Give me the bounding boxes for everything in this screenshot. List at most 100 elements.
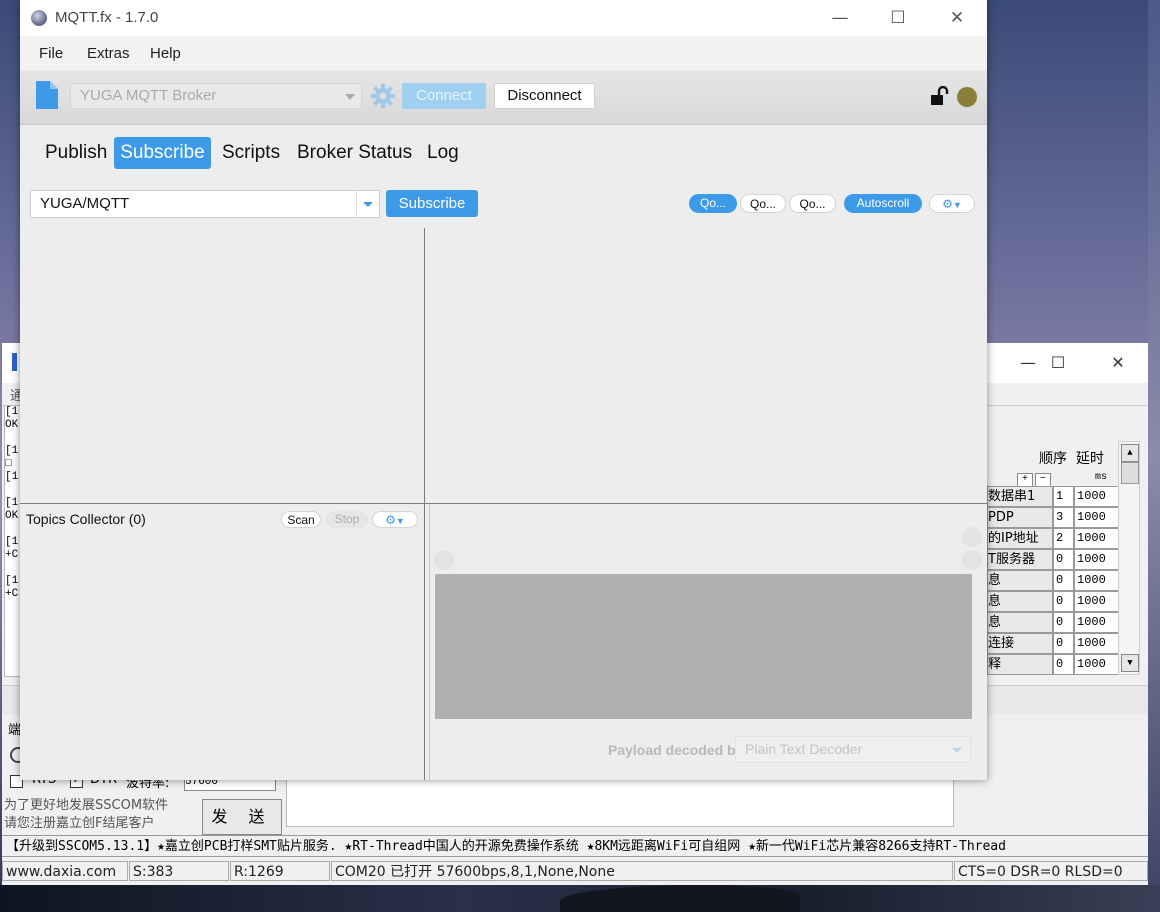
tab-publish[interactable]: Publish bbox=[45, 137, 107, 169]
qos0-button[interactable]: Qo... bbox=[689, 194, 737, 213]
delay-field[interactable]: 1000 bbox=[1074, 612, 1120, 633]
string-name-button[interactable]: T服务器 bbox=[987, 549, 1053, 570]
payload-decoder-select[interactable]: Plain Text Decoder bbox=[735, 736, 971, 763]
promo-ticker[interactable]: 【升级到SSCOM5.13.1】★嘉立创PCB打样SMT贴片服务. ★RT-Th… bbox=[2, 835, 1148, 857]
order-field[interactable]: 0 bbox=[1053, 570, 1074, 591]
string-name-button[interactable]: 息 bbox=[987, 612, 1053, 633]
desktop-wallpaper-bottom bbox=[0, 885, 1160, 912]
order-field[interactable]: 0 bbox=[1053, 633, 1074, 654]
main-tabs: Publish Subscribe Scripts Broker Status … bbox=[20, 125, 987, 181]
table-row: 息 0 1000 bbox=[987, 591, 1120, 612]
close-button[interactable]: ✕ bbox=[937, 6, 977, 30]
delay-field[interactable]: 1000 bbox=[1074, 654, 1120, 675]
minimize-button[interactable]: — bbox=[820, 6, 860, 30]
detail-splitter[interactable] bbox=[429, 504, 430, 780]
topic-combobox[interactable]: YUGA/MQTT bbox=[30, 190, 380, 218]
add-row-button[interactable]: + bbox=[1017, 473, 1033, 487]
sscom-minimize-button[interactable]: — bbox=[1013, 351, 1043, 375]
order-field[interactable]: 0 bbox=[1053, 591, 1074, 612]
chevron-down-icon: ▼ bbox=[395, 516, 405, 526]
unlocked-icon bbox=[931, 86, 949, 105]
tab-log[interactable]: Log bbox=[427, 137, 467, 169]
log-line: [1 bbox=[5, 536, 19, 548]
disconnect-button[interactable]: Disconnect bbox=[494, 83, 595, 109]
promo-note: 为了更好地发展SSCOM软件 请您注册嘉立创F结尾客户 bbox=[4, 797, 168, 833]
topic-dropdown-button[interactable] bbox=[356, 191, 379, 217]
remove-row-button[interactable]: − bbox=[1035, 473, 1051, 487]
menu-file[interactable]: File bbox=[39, 45, 63, 62]
delay-field[interactable]: 1000 bbox=[1074, 633, 1120, 654]
subscribe-options-button[interactable]: ⚙▼ bbox=[929, 194, 975, 213]
menu-extras[interactable]: Extras bbox=[87, 45, 130, 62]
string-name-button[interactable]: 释 bbox=[987, 654, 1053, 675]
scroll-thumb[interactable] bbox=[1121, 462, 1139, 484]
table-row: 连接 0 1000 bbox=[987, 633, 1120, 654]
scan-button[interactable]: Scan bbox=[281, 511, 321, 528]
qos2-button[interactable]: Qo... bbox=[789, 194, 836, 213]
window-title: MQTT.fx - 1.7.0 bbox=[55, 9, 159, 26]
chevron-down-icon bbox=[345, 94, 355, 100]
log-line: [1 bbox=[5, 471, 19, 483]
tab-scripts[interactable]: Scripts bbox=[222, 137, 284, 169]
connect-button[interactable]: Connect bbox=[402, 83, 486, 109]
qos1-button[interactable]: Qo... bbox=[740, 194, 786, 213]
sscom-close-button[interactable]: ✕ bbox=[1103, 351, 1133, 375]
log-line: +C bbox=[5, 549, 19, 561]
order-field[interactable]: 0 bbox=[1053, 654, 1074, 675]
tab-broker-status[interactable]: Broker Status bbox=[297, 137, 415, 169]
sscom-app-icon bbox=[12, 353, 17, 371]
order-field[interactable]: 1 bbox=[1053, 486, 1074, 507]
desktop-wallpaper-right bbox=[1148, 0, 1160, 912]
stop-button[interactable]: Stop bbox=[326, 511, 368, 528]
maximize-button[interactable]: ☐ bbox=[878, 6, 918, 30]
vertical-splitter[interactable] bbox=[424, 228, 425, 780]
new-profile-icon[interactable] bbox=[36, 81, 58, 109]
tab-subscribe[interactable]: Subscribe bbox=[114, 137, 211, 169]
delay-field[interactable]: 1000 bbox=[1074, 570, 1120, 591]
order-field[interactable]: 0 bbox=[1053, 549, 1074, 570]
autoscroll-toggle[interactable]: Autoscroll bbox=[844, 194, 922, 213]
horizontal-splitter[interactable] bbox=[20, 503, 987, 504]
subscribe-button[interactable]: Subscribe bbox=[386, 190, 478, 217]
log-line: [1 bbox=[5, 445, 19, 457]
table-header: 顺序 延时 bbox=[1039, 448, 1104, 468]
table-scrollbar[interactable]: ▲ ▼ bbox=[1118, 441, 1140, 675]
order-field[interactable]: 3 bbox=[1053, 507, 1074, 528]
send-button[interactable]: 发 送 bbox=[202, 799, 282, 835]
sscom-maximize-button[interactable]: ☐ bbox=[1043, 351, 1073, 375]
gear-icon: ⚙ bbox=[942, 197, 953, 211]
delay-field[interactable]: 1000 bbox=[1074, 486, 1120, 507]
delay-field[interactable]: 1000 bbox=[1074, 528, 1120, 549]
gear-icon[interactable] bbox=[371, 84, 395, 108]
string-name-button[interactable]: 的IP地址 bbox=[987, 528, 1053, 549]
delay-header: 延时 bbox=[1075, 451, 1104, 467]
string-name-button[interactable]: PDP bbox=[987, 507, 1053, 528]
payload-decoder-label: Payload decoded by bbox=[608, 742, 744, 758]
delay-field[interactable]: 1000 bbox=[1074, 507, 1120, 528]
sscom-statusbar: www.daxia.com S:383 R:1269 COM20 已打开 576… bbox=[2, 859, 1148, 885]
topic-value: YUGA/MQTT bbox=[40, 195, 130, 212]
log-line: [1 bbox=[5, 575, 19, 587]
website-link[interactable]: www.daxia.com bbox=[2, 861, 128, 881]
collector-options-button[interactable]: ⚙▼ bbox=[372, 511, 418, 528]
string-name-button[interactable]: 数据串1 bbox=[987, 486, 1053, 507]
menu-help[interactable]: Help bbox=[150, 45, 181, 62]
payload-area[interactable] bbox=[435, 574, 972, 719]
order-field[interactable]: 2 bbox=[1053, 528, 1074, 549]
broker-profile-select[interactable]: YUGA MQTT Broker bbox=[70, 83, 362, 109]
order-field[interactable]: 0 bbox=[1053, 612, 1074, 633]
delay-field[interactable]: 1000 bbox=[1074, 591, 1120, 612]
delay-field[interactable]: 1000 bbox=[1074, 549, 1120, 570]
payload-indicator-left bbox=[434, 550, 454, 570]
mqttfx-window: MQTT.fx - 1.7.0 — ☐ ✕ File Extras Help Y… bbox=[20, 0, 987, 780]
connection-toolbar: YUGA MQTT Broker Connect Disconnect bbox=[20, 70, 987, 125]
string-name-button[interactable]: 息 bbox=[987, 570, 1053, 591]
table-row: PDP 3 1000 bbox=[987, 507, 1120, 528]
string-name-button[interactable]: 息 bbox=[987, 591, 1053, 612]
string-name-button[interactable]: 连接 bbox=[987, 633, 1053, 654]
scroll-up-arrow-icon[interactable]: ▲ bbox=[1121, 444, 1139, 462]
scroll-down-arrow-icon[interactable]: ▼ bbox=[1121, 654, 1139, 672]
decoder-value: Plain Text Decoder bbox=[745, 741, 863, 757]
line-signals: CTS=0 DSR=0 RLSD=0 bbox=[954, 861, 1148, 881]
